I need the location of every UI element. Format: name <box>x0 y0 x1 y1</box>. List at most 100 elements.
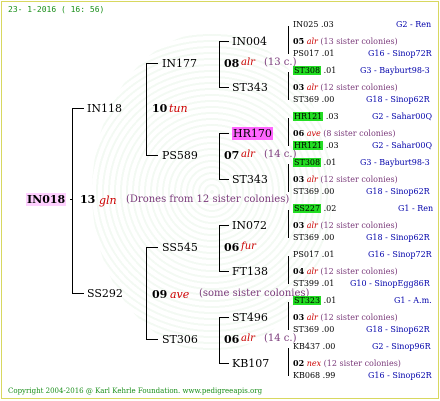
ancestor-code: G1 - A.m. <box>394 296 432 305</box>
ancestor-name[interactable]: SS227 .02 <box>293 204 336 213</box>
queen-info: 05 alr (13 sister colonies) <box>293 36 398 46</box>
queen-name[interactable]: SS292 <box>87 288 123 299</box>
ancestor-name[interactable]: IN025 .03 <box>293 21 334 29</box>
queen-info: 03 alr (12 sister colonies) <box>293 82 398 92</box>
connector <box>72 293 84 294</box>
connector <box>146 63 158 64</box>
connector <box>219 133 220 179</box>
connector <box>146 339 158 340</box>
queen-name[interactable]: ST496 <box>232 312 268 323</box>
queen-star: ave <box>170 288 190 301</box>
queen-name[interactable]: HR170 <box>232 127 273 140</box>
connector <box>219 225 220 271</box>
ancestor-name[interactable]: HR121 .03 <box>293 112 339 121</box>
queen-star: fur <box>241 241 256 252</box>
queen-name[interactable]: IN177 <box>162 58 197 69</box>
ancestor-code: G2 - Sahar00Q <box>372 141 433 150</box>
connector <box>70 199 73 200</box>
ancestor-code: G3 - Bayburt98-3 <box>360 66 430 75</box>
connector <box>146 247 147 339</box>
ancestor-name[interactable]: ST308 .01 <box>293 66 336 75</box>
connector <box>288 302 289 330</box>
queen-star: alr <box>241 57 255 68</box>
root-star: gln <box>99 194 117 207</box>
connector <box>288 26 289 54</box>
ancestor-name[interactable]: PS017 .01 <box>293 50 334 58</box>
queen-number: 10 <box>152 102 168 115</box>
ancestor-name[interactable]: ST369 .00 <box>293 326 334 334</box>
queen-number: 07 <box>224 149 240 162</box>
queen-name[interactable]: FT138 <box>232 266 268 277</box>
ancestor-code: G3 - Bayburt98-3 <box>360 158 430 167</box>
ancestor-code: G1 - Ren <box>398 204 434 213</box>
queen-info: 02 nex (12 sister colonies) <box>293 358 401 368</box>
queen-name[interactable]: ST306 <box>162 334 198 345</box>
ancestor-name[interactable]: ST308 .01 <box>293 158 336 167</box>
queen-number: 08 <box>224 57 240 70</box>
ancestor-name[interactable]: ST369 .00 <box>293 234 334 242</box>
queen-name[interactable]: IN072 <box>232 220 267 231</box>
queen-info: 03 alr (12 sister colonies) <box>293 312 398 322</box>
ancestor-code: G18 - Sinop62R <box>366 95 430 104</box>
connector <box>288 72 289 100</box>
queen-info: 06 ave (8 sister colonies) <box>293 128 396 138</box>
connector <box>219 179 229 180</box>
ancestor-code: G16 - Sinop72R <box>368 250 432 259</box>
ancestor-name[interactable]: HR121 .03 <box>293 141 339 150</box>
connector <box>146 155 158 156</box>
ancestor-name[interactable]: KB068 .99 <box>293 372 335 380</box>
connector <box>219 317 220 363</box>
root-number: 13 <box>80 193 96 206</box>
ancestor-code: G2 - Ren <box>396 20 432 29</box>
queen-name[interactable]: SS545 <box>162 242 198 253</box>
ancestor-name[interactable]: ST323 .01 <box>293 296 336 305</box>
timestamp: 23- 1-2016 ( 16: 56) <box>8 5 105 14</box>
ancestor-name[interactable]: ST369 .00 <box>293 96 334 104</box>
queen-star: alr <box>241 333 255 344</box>
connector <box>72 108 84 109</box>
connector <box>288 210 289 238</box>
queen-name[interactable]: IN118 <box>87 103 122 114</box>
copyright-footer: Copyright 2004-2016 @ Karl Kehrle Founda… <box>8 387 263 395</box>
root-description: (Drones from 12 sister colonies) <box>126 194 290 205</box>
pedigree-chart: 23- 1-2016 ( 16: 56) IN018 13 gln (Drone… <box>1 1 439 399</box>
queen-info: 04 alr (12 sister colonies) <box>293 266 398 276</box>
connector <box>288 256 289 284</box>
connector <box>219 41 229 42</box>
queen-name[interactable]: ST343 <box>232 174 268 185</box>
queen-name[interactable]: IN004 <box>232 36 267 47</box>
queen-star: alr <box>241 149 255 160</box>
queen-star: tun <box>169 102 188 115</box>
ancestor-code: G16 - Sinop62R <box>368 371 432 380</box>
connector <box>146 247 158 248</box>
connector <box>146 63 147 155</box>
ancestor-name[interactable]: ST399 .01 <box>293 280 334 288</box>
root-queen[interactable]: IN018 <box>26 193 67 206</box>
queen-number: 06 <box>224 333 240 346</box>
ancestor-code: G2 - Sahar00Q <box>372 112 433 121</box>
connector <box>72 108 73 293</box>
connector <box>219 41 220 87</box>
connector <box>219 225 229 226</box>
queen-name[interactable]: ST343 <box>232 82 268 93</box>
queen-number: 09 <box>152 288 168 301</box>
queen-number: 06 <box>224 241 240 254</box>
connector <box>288 164 289 192</box>
ancestor-code: G2 - Sinop96R <box>372 342 431 351</box>
ancestor-code: G16 - Sinop72R <box>368 49 432 58</box>
ancestor-name[interactable]: KB437 .00 <box>293 343 335 351</box>
connector <box>219 133 229 134</box>
ancestor-code: G18 - Sinop62R <box>366 187 430 196</box>
queen-name[interactable]: KB107 <box>232 358 269 369</box>
connector <box>288 348 289 376</box>
ancestor-name[interactable]: PS017 .01 <box>293 251 334 259</box>
connector <box>219 87 229 88</box>
connector <box>288 118 289 146</box>
queen-description: (13 c.) <box>264 57 297 68</box>
ancestor-code: G18 - Sinop62R <box>366 325 430 334</box>
queen-info: 03 alr (12 sister colonies) <box>293 174 398 184</box>
queen-description: (14 c.) <box>264 333 297 344</box>
queen-name[interactable]: PS589 <box>162 150 198 161</box>
connector <box>219 363 229 364</box>
ancestor-name[interactable]: ST369 .00 <box>293 188 334 196</box>
